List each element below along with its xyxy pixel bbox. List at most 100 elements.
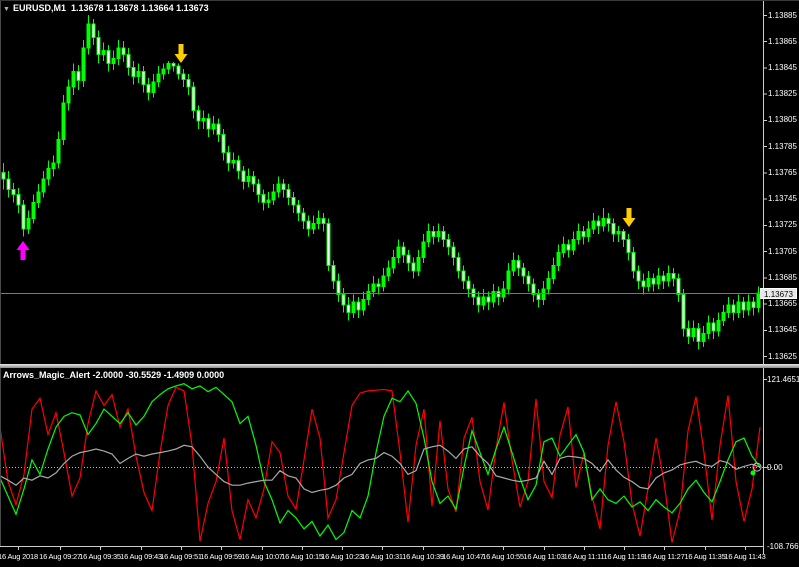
bull-candle (46, 167, 51, 180)
bear-candle (731, 304, 736, 314)
bull-candle (656, 275, 661, 285)
bear-candle (321, 217, 326, 225)
bull-candle (311, 223, 316, 230)
bull-candle (231, 160, 236, 164)
sell-signal-arrow-icon (174, 44, 188, 63)
symbol-period-label: EURUSD,M1 (12, 3, 66, 13)
time-axis-label: 16 Aug 10:23 (321, 552, 363, 561)
bear-candle (341, 293, 346, 306)
bear-candle (376, 283, 381, 287)
bull-candle (351, 301, 356, 314)
bear-candle (96, 36, 101, 55)
indicator-green-line (0, 383, 761, 541)
bear-candle (76, 70, 81, 82)
bear-candle (606, 217, 611, 225)
bear-candle (631, 251, 636, 272)
panel-resize-separator[interactable] (0, 364, 799, 368)
bear-candle (286, 188, 291, 198)
time-axis-label: 16 Aug 10:31 (361, 552, 403, 561)
bull-candle (211, 123, 216, 130)
time-axis-label: 16 Aug 09:27 (39, 552, 81, 561)
bear-candle (741, 301, 746, 311)
symbol-dropdown-icon[interactable]: ▼ (3, 6, 10, 13)
bull-candle (266, 199, 271, 204)
indicator-title: Arrows_Magic_Alert -2.0000 -30.5529 -1.4… (3, 370, 224, 380)
chart-canvas[interactable] (0, 1, 799, 567)
bull-candle (571, 238, 576, 251)
time-axis-label: 16 Aug 10:15 (281, 552, 323, 561)
price-axis-label: 1.13785 (768, 141, 797, 151)
bear-candle (146, 84, 151, 93)
indicator-values-label: -2.0000 -30.5529 -1.4909 0.0000 (92, 370, 225, 380)
bear-candle (696, 327, 701, 343)
bear-candle (291, 196, 296, 206)
time-axis-label: 16 Aug 10:07 (241, 552, 283, 561)
indicator-gray-line (0, 444, 761, 494)
price-axis-label: 1.13705 (768, 246, 797, 256)
bull-candle (86, 23, 91, 49)
price-axis-label: 1.13845 (768, 62, 797, 72)
bear-candle (566, 244, 571, 251)
time-axis-label: 16 Aug 10:55 (482, 552, 524, 561)
bear-candle (171, 63, 176, 67)
bull-candle (616, 230, 621, 235)
bear-candle (441, 230, 446, 240)
bear-candle (446, 238, 451, 248)
bear-candle (531, 283, 536, 295)
bull-candle (436, 230, 441, 238)
indicator-red-line (0, 386, 761, 543)
bear-candle (621, 230, 626, 240)
bear-candle (6, 178, 11, 190)
bull-candle (561, 244, 566, 253)
bear-candle (11, 188, 16, 196)
bear-candle (466, 280, 471, 290)
bull-candle (551, 265, 556, 280)
price-axis-label: 1.13725 (768, 220, 797, 230)
bull-candle (601, 217, 606, 227)
bear-candle (661, 275, 666, 282)
bull-candle (81, 47, 86, 82)
bull-candle (721, 312, 726, 322)
bull-candle (161, 68, 166, 75)
bear-candle (356, 301, 361, 311)
bear-candle (296, 204, 301, 214)
time-axis-label: 16 Aug 11:35 (684, 552, 726, 561)
bear-candle (1, 171, 6, 180)
time-axis-label: 16 Aug 10:39 (402, 552, 444, 561)
bear-candle (106, 49, 111, 65)
sell-signal-arrow-icon (622, 208, 636, 227)
bull-candle (666, 272, 671, 282)
time-axis-label: 16 Aug 11:43 (724, 552, 766, 561)
bull-candle (276, 183, 281, 193)
bear-candle (451, 246, 456, 259)
bear-candle (641, 280, 646, 287)
bull-candle (51, 162, 56, 169)
bear-candle (16, 194, 21, 206)
bear-candle (306, 220, 311, 230)
bear-candle (751, 301, 756, 308)
bear-candle (221, 133, 226, 154)
bull-candle (26, 217, 31, 230)
bear-candle (206, 118, 211, 130)
bear-candle (326, 223, 331, 267)
bear-candle (711, 322, 716, 332)
bear-candle (676, 278, 681, 295)
window-left-edge (0, 1, 1, 546)
bear-candle (121, 47, 126, 55)
bull-candle (246, 175, 251, 183)
bear-candle (611, 223, 616, 235)
bull-candle (556, 251, 561, 267)
time-axis-label: 16 Aug 09:43 (120, 552, 162, 561)
bear-candle (216, 123, 221, 135)
bull-candle (591, 220, 596, 230)
bear-candle (256, 183, 261, 196)
price-axis-label: 1.13665 (768, 299, 797, 309)
bull-candle (716, 320, 721, 332)
bull-candle (71, 70, 76, 88)
time-axis-label: 16 Aug 2018 (0, 552, 38, 561)
bear-candle (536, 293, 541, 301)
bull-candle (36, 191, 41, 204)
price-axis-label: 1.13685 (768, 272, 797, 282)
bear-candle (651, 278, 656, 285)
bear-candle (456, 257, 461, 272)
